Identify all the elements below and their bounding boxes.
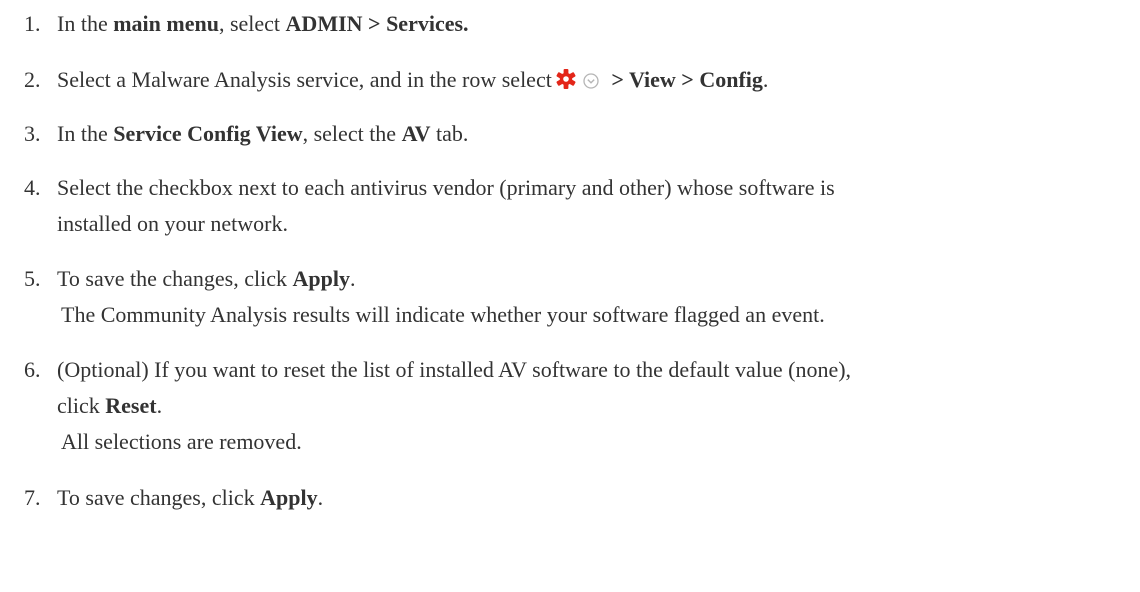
step-number: 5.	[24, 266, 41, 291]
step-result: The Community Analysis results will indi…	[61, 302, 825, 327]
ui-term: AV	[401, 121, 431, 146]
ui-term: Service Config View	[113, 121, 303, 146]
ui-term: main menu	[113, 11, 219, 36]
gear-icon	[555, 65, 577, 101]
step-number: 6.	[24, 357, 41, 382]
step-text: Select the checkbox next to each antivir…	[57, 175, 835, 236]
ui-term: Apply	[260, 485, 318, 510]
step-text: To save changes, click Apply.	[57, 485, 324, 510]
ui-term: ADMIN > Services.	[285, 11, 469, 36]
step-result: All selections are removed.	[61, 429, 302, 454]
ui-term: Apply	[292, 266, 350, 291]
ui-term: > View > Config	[605, 67, 763, 92]
step-number: 7.	[24, 485, 41, 510]
step-text: (Optional) If you want to reset the list…	[57, 352, 1135, 460]
step-text: Select a Malware Analysis service, and i…	[57, 62, 1135, 101]
step-number: 2.	[24, 67, 41, 92]
step-text: To save the changes, click Apply. The Co…	[57, 261, 1135, 333]
step-number: 1.	[24, 11, 41, 36]
step-number: 3.	[24, 121, 41, 146]
step-text: In the main menu, select ADMIN > Service…	[57, 11, 469, 36]
step-text: In the Service Config View, select the A…	[57, 121, 469, 146]
step-number: 4.	[24, 175, 41, 200]
chevron-down-circle-icon	[582, 65, 600, 101]
ui-term: Reset	[105, 393, 157, 418]
